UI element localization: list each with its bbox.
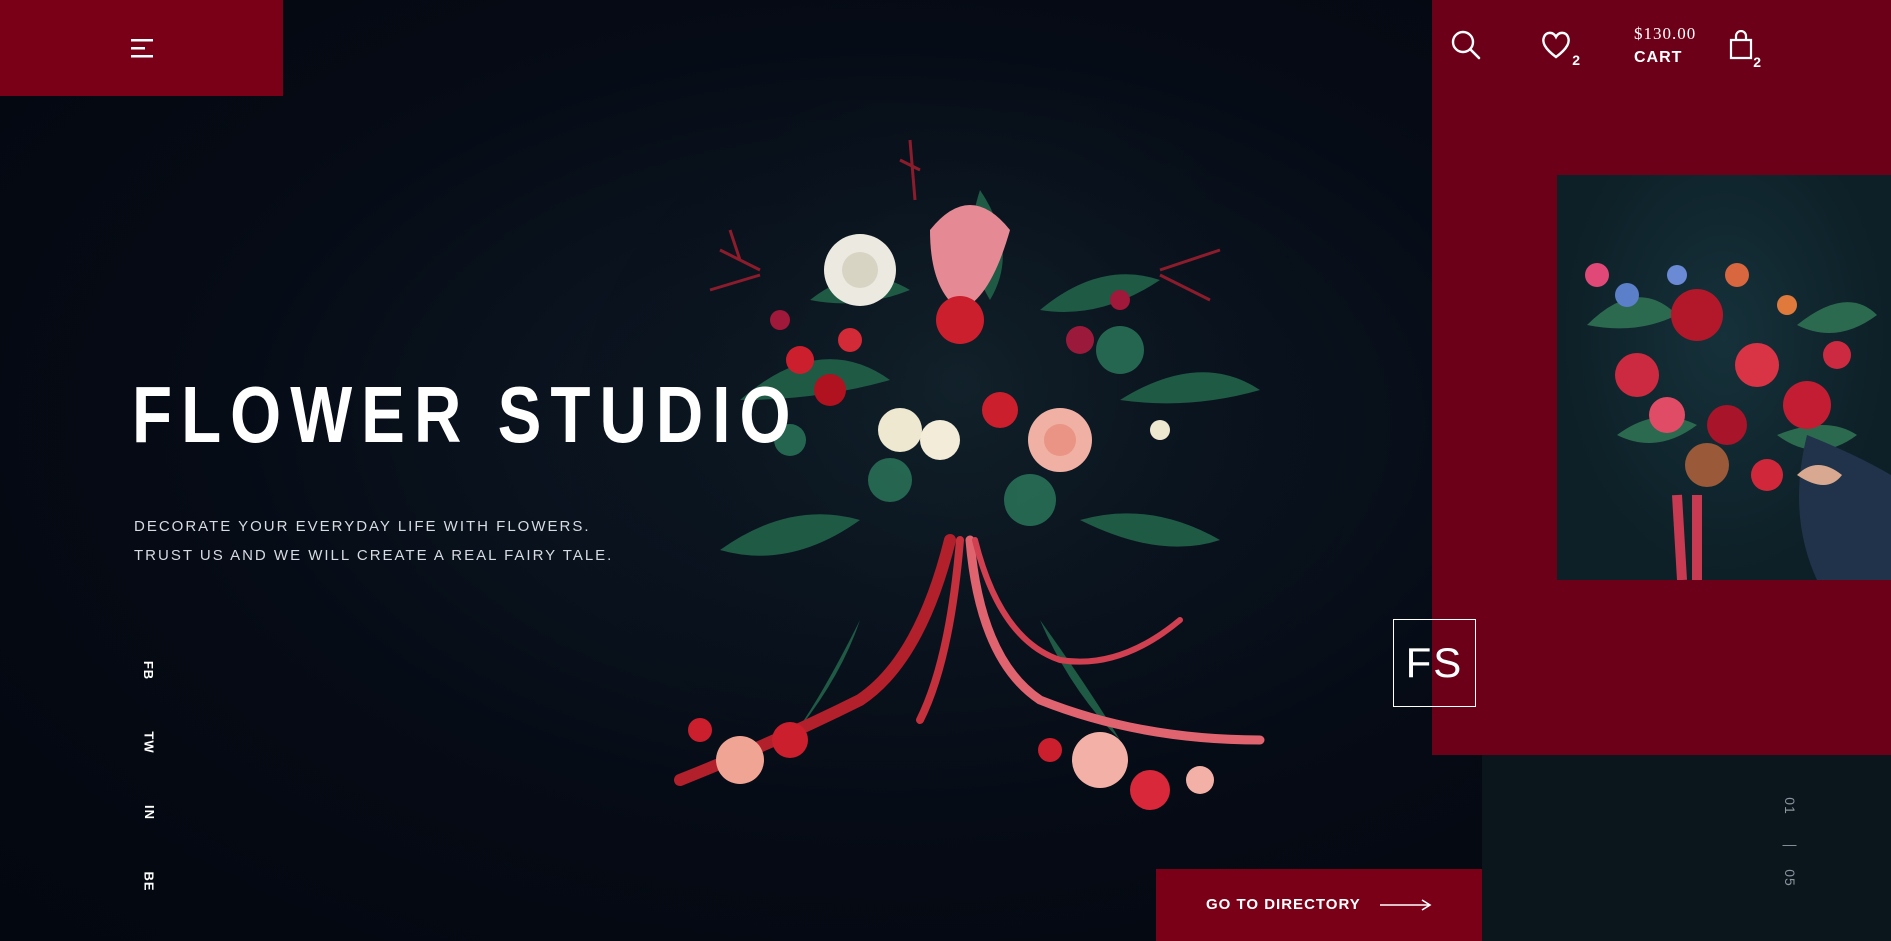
cart-count: 2 <box>1753 54 1761 70</box>
slide-pager: 01 — 05 <box>1770 797 1810 898</box>
hero-title: FLOWER STUDIO <box>132 370 800 459</box>
social-link-behance[interactable]: BE <box>139 866 159 896</box>
search-icon <box>1451 30 1481 60</box>
arrow-right-icon <box>1380 899 1432 911</box>
cart-button[interactable]: $130.00 CART 2 <box>1634 24 1764 74</box>
pager-separator: — <box>1782 836 1798 852</box>
logo-text: FS <box>1405 639 1464 686</box>
heart-icon <box>1542 31 1570 59</box>
logo[interactable]: FS <box>1393 619 1476 707</box>
social-link-twitter[interactable]: TW <box>139 727 159 757</box>
pager-total: 05 <box>1782 869 1798 887</box>
hero-bouquet-image <box>570 100 1350 840</box>
side-bouquet-image[interactable] <box>1557 175 1891 580</box>
cart-label: CART <box>1634 49 1683 66</box>
hamburger-menu-icon <box>130 39 153 58</box>
right-dark-panel <box>1482 755 1891 941</box>
cart-icon-wrap: 2 <box>1727 29 1761 70</box>
menu-panel <box>0 0 283 96</box>
hero-subtitle: DECORATE YOUR EVERYDAY LIFE WITH FLOWERS… <box>134 512 613 570</box>
wishlist-button[interactable]: 2 <box>1540 30 1580 68</box>
social-link-facebook[interactable]: FB <box>139 655 159 685</box>
pager-current: 01 <box>1782 797 1798 815</box>
go-to-directory-label: GO TO DIRECTORY <box>1206 896 1361 913</box>
shopping-bag-icon <box>1729 29 1753 60</box>
menu-button[interactable] <box>125 31 159 65</box>
social-link-instagram[interactable]: IN <box>139 797 159 827</box>
hero-subtitle-line-2: TRUST US AND WE WILL CREATE A REAL FAIRY… <box>134 547 614 564</box>
hero-subtitle-line-1: DECORATE YOUR EVERYDAY LIFE WITH FLOWERS… <box>134 518 591 535</box>
wishlist-count: 2 <box>1572 52 1580 68</box>
search-button[interactable] <box>1449 28 1483 62</box>
go-to-directory-button[interactable]: GO TO DIRECTORY <box>1156 869 1482 941</box>
cart-total: $130.00 <box>1634 24 1697 43</box>
